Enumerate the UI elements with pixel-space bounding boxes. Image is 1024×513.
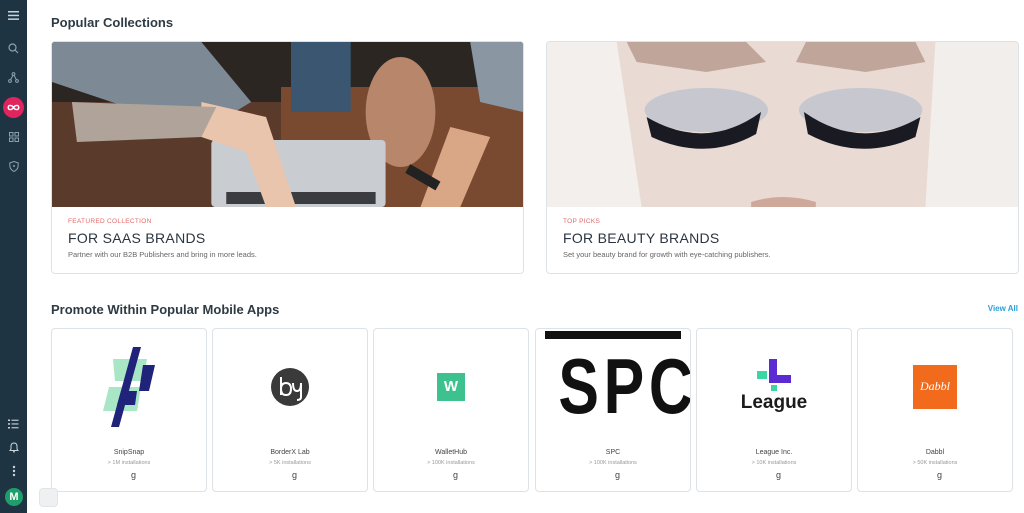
card-subtitle: Partner with our B2B Publishers and brin…: [68, 250, 257, 259]
app-name: SPC: [605, 449, 621, 456]
infinity-icon[interactable]: [3, 97, 24, 118]
wallethub-mark: W: [437, 372, 465, 401]
league-logo: League: [697, 329, 851, 444]
app-card-wallethub[interactable]: W WalletHub > 100K installations g: [373, 328, 529, 492]
app-name: Dabbl: [925, 449, 945, 456]
platforms: g: [374, 470, 528, 480]
app-name: SnipSnap: [113, 449, 145, 456]
app-card-league[interactable]: League League Inc. > 10K installations g: [696, 328, 852, 492]
grid-icon[interactable]: [0, 127, 27, 147]
card-title[interactable]: FOR BEAUTY BRANDS: [563, 230, 720, 246]
saas-collection-image: [52, 42, 523, 207]
menu-icon[interactable]: [0, 5, 27, 25]
wallethub-logo: W: [374, 329, 528, 444]
spc-wordmark: SPC: [558, 342, 691, 430]
app-installs: > 1M installations: [107, 460, 151, 466]
view-all-link[interactable]: View All: [988, 304, 1018, 313]
google-icon: g: [614, 470, 620, 480]
app-card-borderx[interactable]: BorderX Lab > 5K installations g: [212, 328, 368, 492]
app-card-dabbl[interactable]: Dabbl Dabbl > 50K installations g: [857, 328, 1013, 492]
avatar[interactable]: M: [5, 488, 23, 506]
app-installs: > 50K installations: [912, 460, 958, 466]
google-icon: g: [775, 470, 781, 480]
platforms: g: [697, 470, 851, 480]
popular-collections-title: Popular Collections: [51, 15, 174, 30]
card-subtitle: Set your beauty brand for growth with ey…: [563, 250, 771, 259]
platforms: g: [52, 470, 206, 480]
search-icon[interactable]: [0, 38, 27, 58]
app-installs: > 100K installations: [589, 460, 637, 466]
platforms: g: [213, 470, 367, 480]
google-icon: g: [291, 470, 297, 480]
bell-icon[interactable]: [0, 437, 27, 457]
app-name: League Inc.: [755, 449, 793, 456]
google-icon: g: [130, 470, 136, 480]
shield-icon[interactable]: [0, 156, 27, 176]
borderx-logo: [213, 329, 367, 444]
spc-logo: SPC: [536, 329, 690, 444]
app-installs: > 100K installations: [427, 460, 475, 466]
league-wordmark: League: [740, 392, 808, 413]
main-content: Popular Collections FEATURED COLLECTION …: [27, 0, 1024, 513]
card-title[interactable]: FOR SAAS BRANDS: [68, 230, 206, 246]
app-installs: > 5K installations: [269, 460, 311, 466]
card-eyebrow: FEATURED COLLECTION: [68, 218, 152, 225]
collection-card-beauty[interactable]: TOP PICKS FOR BEAUTY BRANDS Set your bea…: [546, 41, 1019, 274]
card-eyebrow: TOP PICKS: [563, 218, 601, 225]
more-icon[interactable]: [0, 461, 27, 481]
platforms: g: [536, 470, 690, 480]
collection-card-saas[interactable]: FEATURED COLLECTION FOR SAAS BRANDS Part…: [51, 41, 524, 274]
app-card-snipsnap[interactable]: SnipSnap > 1M installations g: [51, 328, 207, 492]
checklist-icon[interactable]: [0, 414, 27, 434]
network-icon[interactable]: [0, 67, 27, 87]
platforms: g: [858, 470, 1012, 480]
mobile-apps-title: Promote Within Popular Mobile Apps: [51, 302, 280, 317]
scroll-button[interactable]: [39, 488, 58, 507]
snipsnap-logo: [52, 329, 206, 444]
google-icon: g: [936, 470, 942, 480]
app-card-spc[interactable]: SPC SPC > 100K installations g: [535, 328, 691, 492]
dabbl-mark: Dabbl: [913, 364, 957, 409]
dabbl-logo: Dabbl: [858, 329, 1012, 444]
app-name: WalletHub: [434, 449, 468, 456]
sidebar: M: [0, 0, 27, 513]
app-installs: > 10K installations: [751, 460, 797, 466]
app-name: BorderX Lab: [270, 449, 310, 456]
google-icon: g: [452, 470, 458, 480]
beauty-collection-image: [547, 42, 1018, 207]
